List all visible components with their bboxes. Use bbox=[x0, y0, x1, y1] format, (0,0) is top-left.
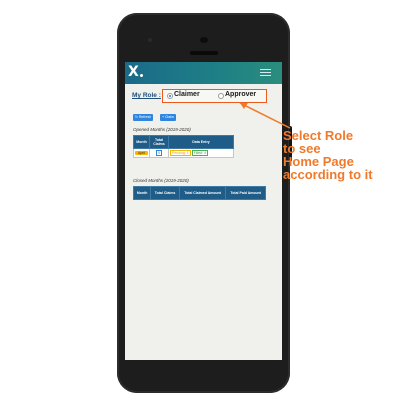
callout-line-4: according to it bbox=[283, 167, 373, 182]
annotation-arrow-icon bbox=[239, 102, 291, 129]
annotation-callout: Select Role to see Home Page according t… bbox=[283, 129, 398, 181]
